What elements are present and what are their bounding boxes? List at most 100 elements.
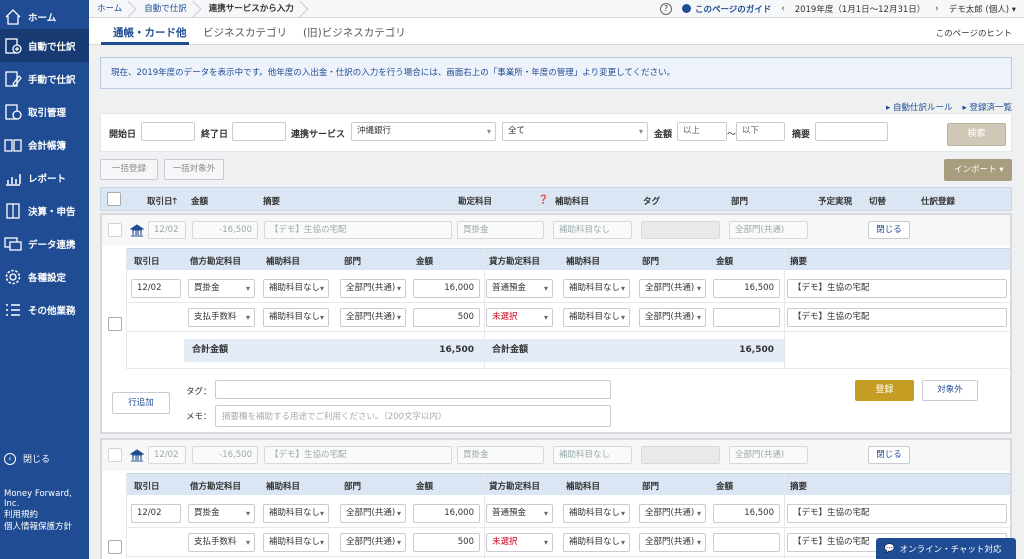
jcol-memo: 摘要 bbox=[790, 482, 808, 492]
debit-amount-input[interactable]: 500 bbox=[413, 308, 480, 327]
debit-dept-select[interactable]: 全部門(共通) bbox=[340, 533, 406, 552]
fiscal-year[interactable]: 2019年度（1月1日〜12月31日） bbox=[795, 3, 926, 15]
journal-date-input[interactable]: 12/02 bbox=[131, 279, 181, 298]
breadcrumb-auto-journal[interactable]: 自動で仕訳 bbox=[136, 0, 201, 18]
debit-account-select[interactable]: 支払手数料 bbox=[188, 308, 255, 327]
col-date[interactable]: 取引日🡑 bbox=[147, 195, 177, 210]
memo-textarea[interactable]: 摘要欄を補助する用途でご利用ください。（200文字以内） bbox=[215, 405, 611, 427]
credit-account-select[interactable]: 普通預金 bbox=[486, 504, 553, 523]
credit-dept-select[interactable]: 全部門(共通) bbox=[639, 308, 706, 327]
help-icon[interactable]: ❓ bbox=[538, 195, 549, 205]
select-all-checkbox[interactable] bbox=[107, 192, 121, 206]
credit-dept-select[interactable]: 全部門(共通) bbox=[639, 504, 706, 523]
entry-row-checkbox[interactable] bbox=[108, 540, 122, 554]
tab-business-category[interactable]: ビジネスカテゴリ bbox=[203, 25, 287, 40]
help-icon[interactable]: ? bbox=[659, 2, 672, 15]
sidebar-item-manual-journal[interactable]: 手動で仕訳 bbox=[0, 62, 89, 95]
debit-account-select[interactable]: 支払手数料 bbox=[188, 533, 255, 552]
home-icon bbox=[4, 8, 22, 26]
debit-dept-select[interactable]: 全部門(共通) bbox=[340, 308, 406, 327]
jcol-credit-account: 貸方勘定科目 bbox=[489, 482, 541, 492]
auto-rule-link[interactable]: ▸ 自動仕訳ルール bbox=[886, 101, 952, 113]
register-button[interactable]: 登録 bbox=[855, 380, 914, 401]
chat-label: オンライン・チャット対応 bbox=[899, 544, 1002, 555]
debit-dept-select[interactable]: 全部門(共通) bbox=[340, 504, 406, 523]
import-button[interactable]: インポート ▾ bbox=[944, 159, 1012, 181]
credit-account-select[interactable]: 普通預金 bbox=[486, 279, 553, 298]
start-date-input[interactable] bbox=[141, 122, 195, 141]
type-select[interactable]: 全て bbox=[502, 122, 648, 141]
jcol-debit-dept: 部門 bbox=[344, 482, 362, 492]
registered-list-link[interactable]: ▸ 登録済一覧 bbox=[963, 101, 1012, 113]
terms-link[interactable]: 利用規約 bbox=[4, 508, 38, 520]
amount-min-input[interactable]: 以上 bbox=[677, 122, 727, 141]
close-entry-button[interactable]: 閉じる bbox=[868, 221, 910, 239]
journal-memo-input[interactable]: 【デモ】生協の宅配 bbox=[787, 279, 1007, 298]
sidebar-item-settings[interactable]: 各種設定 bbox=[0, 260, 89, 293]
sidebar-item-transactions[interactable]: 取引管理 bbox=[0, 95, 89, 128]
add-row-button[interactable]: 行追加 bbox=[112, 392, 170, 414]
summary-department: 全部門(共通) bbox=[729, 446, 808, 464]
credit-dept-select[interactable]: 全部門(共通) bbox=[639, 533, 706, 552]
page-hint-link[interactable]: このページのヒント bbox=[936, 27, 1012, 39]
debit-sub-select[interactable]: 補助科目なし bbox=[263, 533, 329, 552]
exclude-button[interactable]: 対象外 bbox=[922, 380, 978, 401]
entry-checkbox[interactable] bbox=[108, 448, 122, 462]
page-guide-link[interactable]: このページのガイド bbox=[681, 3, 771, 15]
credit-amount-input[interactable]: 16,500 bbox=[713, 504, 780, 523]
debit-sub-select[interactable]: 補助科目なし bbox=[263, 504, 329, 523]
entry-checkbox[interactable] bbox=[108, 223, 122, 237]
journal-memo-input[interactable]: 【デモ】生協の宅配 bbox=[787, 308, 1007, 327]
tab-bank-card[interactable]: 通帳・カード他 bbox=[113, 25, 187, 40]
search-button[interactable]: 検索 bbox=[947, 123, 1006, 146]
debit-dept-select[interactable]: 全部門(共通) bbox=[340, 279, 406, 298]
privacy-link[interactable]: 個人情報保護方針 bbox=[4, 520, 72, 532]
chevron-right-icon[interactable]: › bbox=[935, 4, 938, 14]
debit-sub-select[interactable]: 補助科目なし bbox=[263, 279, 329, 298]
sidebar-item-settlement[interactable]: 決算・申告 bbox=[0, 194, 89, 227]
sidebar-item-label: 手動で仕訳 bbox=[28, 74, 76, 86]
sidebar-item-report[interactable]: レポート bbox=[0, 161, 89, 194]
online-chat-button[interactable]: 💬 オンライン・チャット対応 bbox=[876, 538, 1016, 559]
end-date-input[interactable] bbox=[232, 122, 286, 141]
debit-amount-input[interactable]: 16,000 bbox=[413, 279, 480, 298]
entry-row-checkbox[interactable] bbox=[108, 317, 122, 331]
user-menu[interactable]: デモ太郎 (個人) ▾ bbox=[949, 3, 1016, 15]
service-select[interactable]: 沖縄銀行 bbox=[351, 122, 496, 141]
credit-account-select[interactable]: 未選択 bbox=[486, 308, 553, 327]
credit-sub-select[interactable]: 補助科目なし bbox=[563, 533, 630, 552]
close-entry-button[interactable]: 閉じる bbox=[868, 446, 910, 464]
ledger-icon bbox=[4, 136, 22, 154]
amount-max-input[interactable]: 以下 bbox=[736, 122, 785, 141]
credit-amount-input[interactable] bbox=[713, 308, 780, 327]
journal-memo-input[interactable]: 【デモ】生協の宅配 bbox=[787, 504, 1007, 523]
credit-amount-input[interactable] bbox=[713, 533, 780, 552]
data-link-icon bbox=[4, 235, 22, 253]
sidebar-close-button[interactable]: ‹ 閉じる bbox=[4, 452, 50, 465]
journal-date-input[interactable]: 12/02 bbox=[131, 504, 181, 523]
bulk-register-button[interactable]: 一括登録 bbox=[100, 159, 158, 180]
breadcrumb-home[interactable]: ホーム bbox=[89, 0, 136, 18]
debit-sub-select[interactable]: 補助科目なし bbox=[263, 308, 329, 327]
jcol-memo: 摘要 bbox=[790, 257, 808, 267]
bulk-exclude-button[interactable]: 一括対象外 bbox=[164, 159, 224, 180]
sidebar-item-data-link[interactable]: データ連携 bbox=[0, 227, 89, 260]
credit-account-select[interactable]: 未選択 bbox=[486, 533, 553, 552]
tag-input[interactable] bbox=[215, 380, 611, 399]
sidebar-item-auto-journal[interactable]: 自動で仕訳 bbox=[0, 29, 89, 62]
summary-amount: -16,500 bbox=[192, 446, 258, 464]
sidebar-item-other[interactable]: その他業務 bbox=[0, 293, 89, 326]
credit-amount-input[interactable]: 16,500 bbox=[713, 279, 780, 298]
credit-sub-select[interactable]: 補助科目なし bbox=[563, 308, 630, 327]
credit-dept-select[interactable]: 全部門(共通) bbox=[639, 279, 706, 298]
debit-amount-input[interactable]: 16,000 bbox=[413, 504, 480, 523]
memo-filter-input[interactable] bbox=[815, 122, 888, 141]
debit-account-select[interactable]: 買掛金 bbox=[188, 279, 255, 298]
sidebar-item-ledger[interactable]: 会計帳簿 bbox=[0, 128, 89, 161]
chevron-left-icon[interactable]: ‹ bbox=[781, 4, 784, 14]
debit-account-select[interactable]: 買掛金 bbox=[188, 504, 255, 523]
credit-sub-select[interactable]: 補助科目なし bbox=[563, 504, 630, 523]
tab-old-business-category[interactable]: (旧)ビジネスカテゴリ bbox=[303, 25, 406, 40]
debit-amount-input[interactable]: 500 bbox=[413, 533, 480, 552]
credit-sub-select[interactable]: 補助科目なし bbox=[563, 279, 630, 298]
